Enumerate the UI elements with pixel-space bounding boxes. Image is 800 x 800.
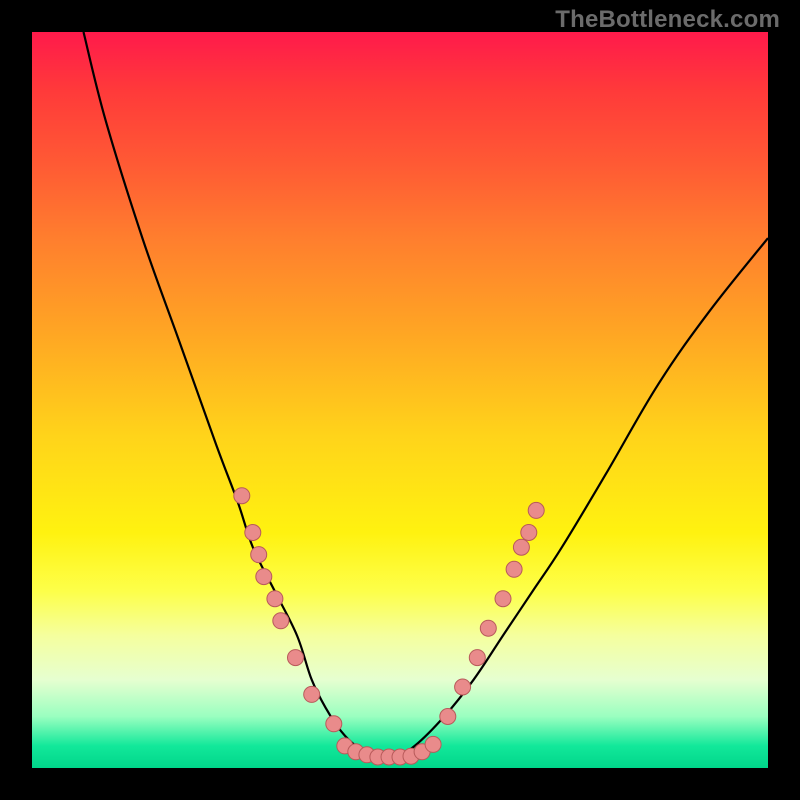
data-point [425, 736, 441, 752]
data-point [245, 525, 261, 541]
data-points [234, 488, 544, 765]
data-point [251, 547, 267, 563]
chart-frame: TheBottleneck.com [0, 0, 800, 800]
bottleneck-curve [84, 32, 769, 754]
data-point [480, 620, 496, 636]
data-point [528, 502, 544, 518]
data-point [326, 716, 342, 732]
data-point [273, 613, 289, 629]
data-point [267, 591, 283, 607]
curve-layer [84, 32, 769, 754]
chart-svg [32, 32, 768, 768]
data-point [256, 569, 272, 585]
data-point [469, 650, 485, 666]
data-point [440, 709, 456, 725]
data-point [234, 488, 250, 504]
plot-area [32, 32, 768, 768]
data-point [495, 591, 511, 607]
data-point [513, 539, 529, 555]
data-point [455, 679, 471, 695]
data-point [304, 686, 320, 702]
data-point [506, 561, 522, 577]
data-point [521, 525, 537, 541]
watermark-text: TheBottleneck.com [555, 6, 780, 34]
data-point [288, 650, 304, 666]
